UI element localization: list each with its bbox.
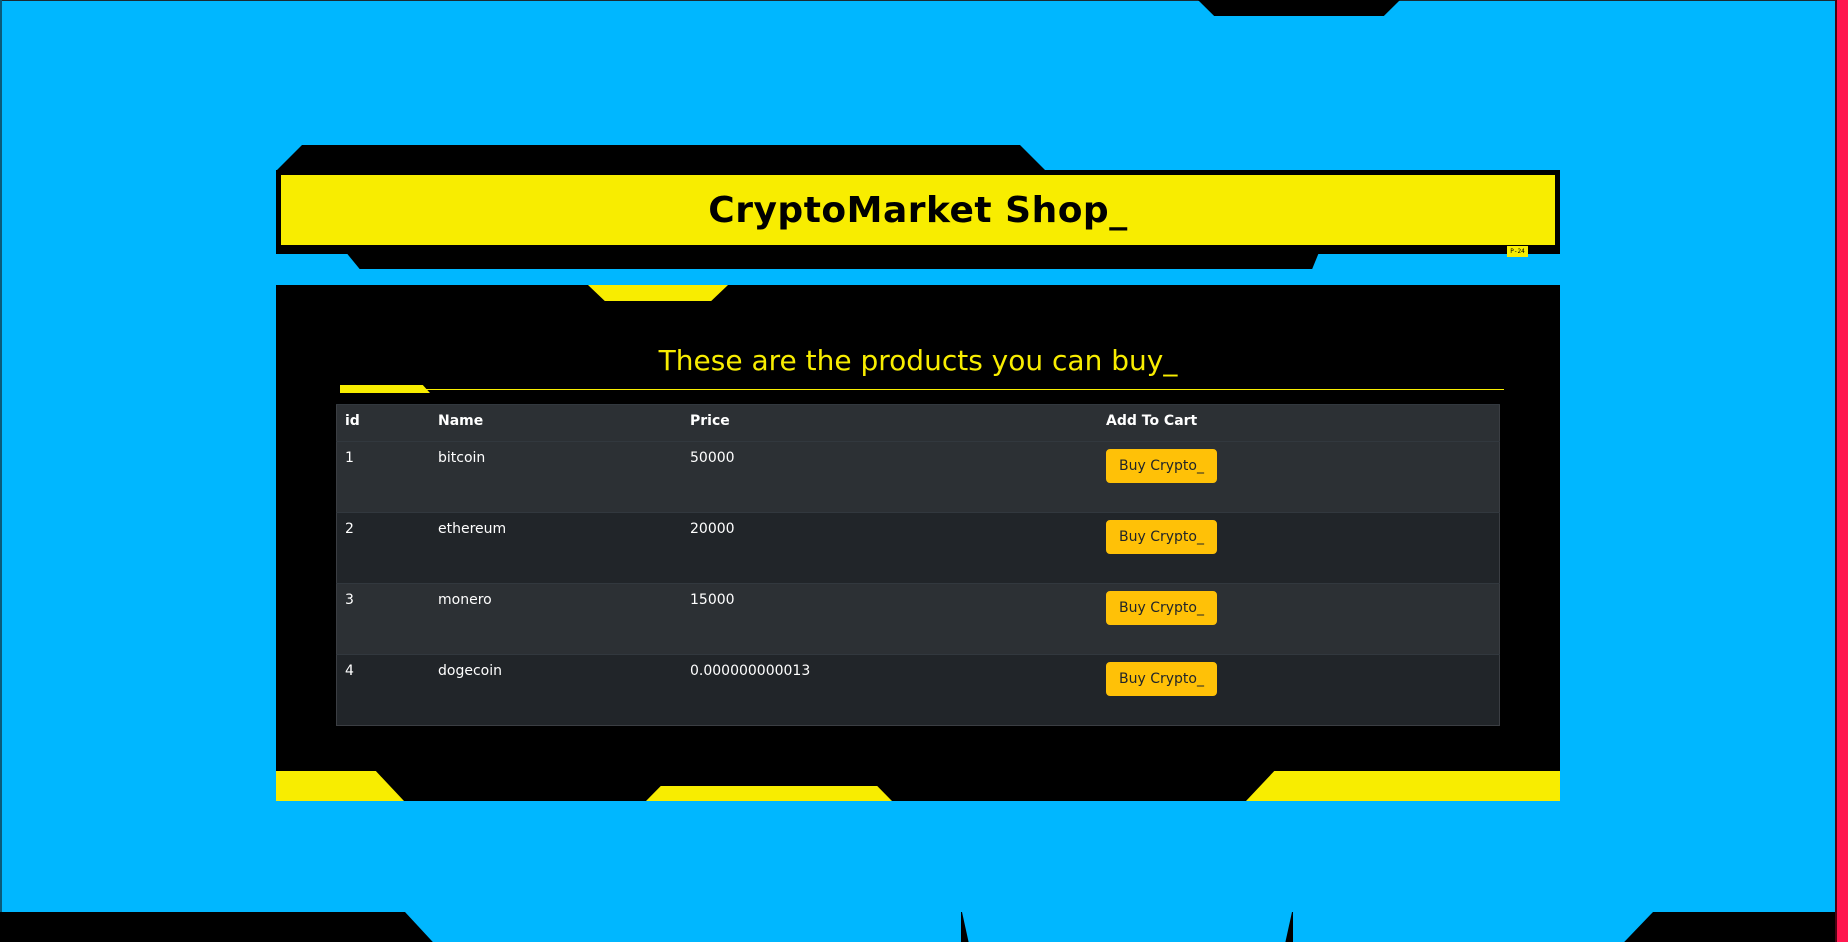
column-header-price: Price: [682, 404, 1098, 442]
top-notch-decoration: [1198, 0, 1400, 16]
version-tag: P-24: [1507, 246, 1528, 257]
buy-crypto-button[interactable]: Buy Crypto_: [1106, 520, 1217, 554]
buy-crypto-button[interactable]: Buy Crypto_: [1106, 662, 1217, 696]
panel-top-notch: [588, 285, 728, 301]
buy-crypto-button[interactable]: Buy Crypto_: [1106, 591, 1217, 625]
cell-price: 50000: [682, 441, 1098, 513]
table-row: 1 bitcoin 50000 Buy Crypto_: [336, 441, 1500, 513]
frame-top-line: [0, 0, 1848, 1]
column-header-add-to-cart: Add To Cart: [1098, 404, 1500, 442]
page-title: CryptoMarket Shop_: [708, 189, 1128, 231]
bottom-frame-cutout-right: [1293, 912, 1653, 942]
cell-id: 4: [336, 654, 430, 726]
frame-left-line: [0, 0, 2, 942]
cell-action: Buy Crypto_: [1098, 441, 1500, 513]
cell-name: bitcoin: [430, 441, 682, 513]
cell-name: monero: [430, 583, 682, 655]
cell-action: Buy Crypto_: [1098, 583, 1500, 655]
cell-name: ethereum: [430, 512, 682, 584]
panel-bottom-right-accent: [1246, 771, 1560, 801]
column-header-id: id: [336, 404, 430, 442]
cell-action: Buy Crypto_: [1098, 512, 1500, 584]
panel-bottom-left-accent: [276, 771, 404, 801]
table-row: 3 monero 15000 Buy Crypto_: [336, 583, 1500, 655]
cell-price: 0.000000000013: [682, 654, 1098, 726]
cell-id: 2: [336, 512, 430, 584]
table-header-row: id Name Price Add To Cart: [336, 404, 1500, 442]
header-bottom-tab: [340, 245, 1322, 269]
header-title-bar: CryptoMarket Shop_: [281, 175, 1555, 245]
bottom-frame-cutout-left: [405, 912, 961, 942]
title-underline: [340, 389, 1504, 390]
section-title: These are the products you can buy_: [658, 344, 1178, 377]
table-row: 2 ethereum 20000 Buy Crypto_: [336, 512, 1500, 584]
cell-id: 3: [336, 583, 430, 655]
products-table: id Name Price Add To Cart 1 bitcoin 5000…: [336, 404, 1500, 726]
header: CryptoMarket Shop_ P-24: [276, 145, 1560, 269]
cell-id: 1: [336, 441, 430, 513]
column-header-name: Name: [430, 404, 682, 442]
cell-name: dogecoin: [430, 654, 682, 726]
products-panel: These are the products you can buy_ id N…: [276, 285, 1560, 801]
cell-action: Buy Crypto_: [1098, 654, 1500, 726]
panel-bottom-middle-accent: [646, 786, 892, 801]
right-accent-stripe: [1835, 0, 1848, 942]
cell-price: 15000: [682, 583, 1098, 655]
bottom-frame-cutout-middle: [962, 912, 1292, 942]
table-row: 4 dogecoin 0.000000000013 Buy Crypto_: [336, 654, 1500, 726]
cell-price: 20000: [682, 512, 1098, 584]
buy-crypto-button[interactable]: Buy Crypto_: [1106, 449, 1217, 483]
